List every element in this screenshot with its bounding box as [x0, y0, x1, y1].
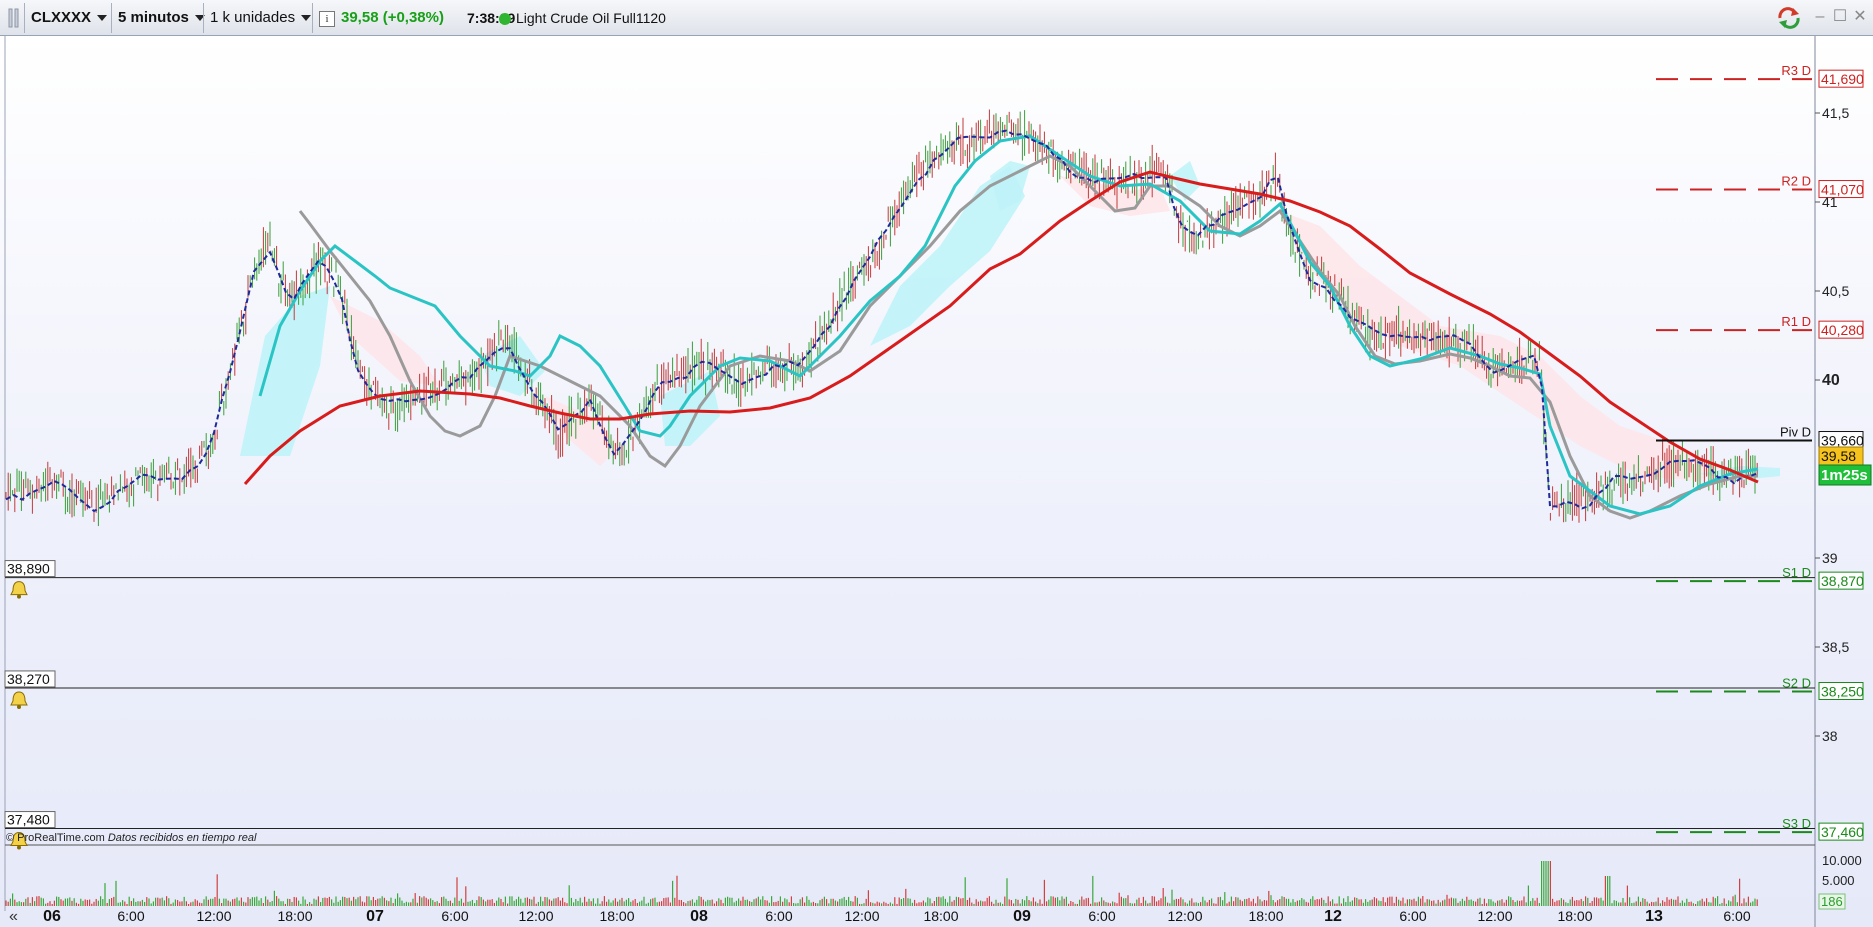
instrument-label: Light Crude Oil Full1120 [516, 10, 666, 26]
time-tick-label: 6:00 [441, 908, 468, 924]
instrument-name: Light Crude Oil Full1120 [499, 5, 666, 31]
price-change: 39,58 (+0,38%) [341, 9, 444, 26]
credit-text: Datos recibidos en tiempo real [107, 832, 257, 844]
price-tick-label: 41 [1822, 194, 1838, 210]
pivot-label: Piv D [1780, 425, 1811, 440]
time-tick-label: 09 [1013, 908, 1031, 925]
maximize-icon[interactable]: ☐ [1831, 8, 1849, 26]
pivot-value: 40,280 [1821, 322, 1864, 338]
time-tick-label: 18:00 [1557, 908, 1592, 924]
time-tick-label: 6:00 [1088, 908, 1115, 924]
time-tick-label: 12:00 [1477, 908, 1512, 924]
pivot-value: 38,870 [1821, 573, 1864, 589]
time-tick-label: 08 [690, 908, 708, 925]
time-tick-label: 12:00 [844, 908, 879, 924]
time-tick-label: 07 [366, 908, 384, 925]
alert-value: 37,480 [7, 812, 50, 828]
units-selector[interactable]: 1 k unidades [210, 5, 312, 31]
time-tick-label: 18:00 [277, 908, 312, 924]
chevron-down-icon [97, 15, 108, 22]
info-icon[interactable]: i [319, 11, 335, 27]
volume-current: 186 [1821, 894, 1843, 909]
time-tick-label: 06 [43, 908, 61, 925]
time-tick-label: 13 [1645, 908, 1663, 925]
price-tick-label: 40,5 [1822, 283, 1849, 299]
time-tick-label: 18:00 [923, 908, 958, 924]
time-tick-label: 6:00 [765, 908, 792, 924]
units-label: 1 k unidades [210, 9, 296, 26]
chevron-down-icon [301, 15, 312, 22]
refresh-sync-icon[interactable] [1776, 6, 1802, 30]
candle-countdown: 1m25s [1821, 467, 1868, 484]
symbol-selector[interactable]: CLXXXX [31, 5, 108, 31]
pivot-value: 38,250 [1821, 684, 1864, 700]
pivot-value: 39,660 [1821, 433, 1864, 449]
separator [24, 3, 25, 33]
pivot-label: R2 D [1781, 174, 1811, 189]
time-tick-label: 12 [1324, 908, 1342, 925]
pivot-label: R1 D [1781, 314, 1811, 329]
time-tick-label: 18:00 [1248, 908, 1283, 924]
time-tick-label: 12:00 [1167, 908, 1202, 924]
pivot-value: 37,460 [1821, 824, 1864, 840]
timeframe-selector[interactable]: 5 minutos [118, 5, 205, 31]
symbol-label: CLXXXX [31, 9, 92, 26]
timeframe-label: 5 minutos [118, 9, 189, 26]
chart-background [0, 36, 1873, 927]
price-tick-label: 41,5 [1822, 105, 1849, 121]
credit-site: © ProRealTime.com [6, 832, 105, 844]
close-icon[interactable]: ✕ [1851, 8, 1869, 26]
time-tick-label: 12:00 [196, 908, 231, 924]
data-credit: © ProRealTime.com Datos recibidos en tie… [6, 832, 256, 844]
alert-value: 38,270 [7, 671, 50, 687]
pivot-label: R3 D [1781, 63, 1811, 78]
volume-tick-label: 10.000 [1822, 853, 1862, 868]
price-chart[interactable]: R3 D41,690R2 D41,070R1 D40,280Piv D39,66… [0, 36, 1873, 927]
scroll-left-icon[interactable]: « [9, 908, 18, 925]
price-tick-label: 38 [1822, 728, 1838, 744]
price-tick-label: 38,5 [1822, 639, 1849, 655]
separator [203, 3, 204, 33]
pivot-value: 41,690 [1821, 71, 1864, 87]
price-tick-label: 39 [1822, 550, 1838, 566]
time-tick-label: 6:00 [117, 908, 144, 924]
time-tick-label: 12:00 [518, 908, 553, 924]
chart-toolbar: CLXXXX 5 minutos 1 k unidades i 39,58 (+… [0, 0, 1873, 36]
price-tick-label: 40 [1822, 372, 1840, 389]
time-tick-label: 6:00 [1723, 908, 1750, 924]
time-tick-label: 6:00 [1399, 908, 1426, 924]
current-price: 39,58 [1821, 448, 1856, 464]
separator [312, 3, 313, 33]
volume-tick-label: 5.000 [1822, 873, 1855, 888]
alert-value: 38,890 [7, 561, 50, 577]
minimize-icon[interactable]: ‒ [1811, 8, 1829, 26]
status-dot-icon [499, 13, 511, 26]
time-tick-label: 18:00 [599, 908, 634, 924]
separator [111, 3, 112, 33]
drag-grip-icon[interactable] [8, 8, 20, 28]
